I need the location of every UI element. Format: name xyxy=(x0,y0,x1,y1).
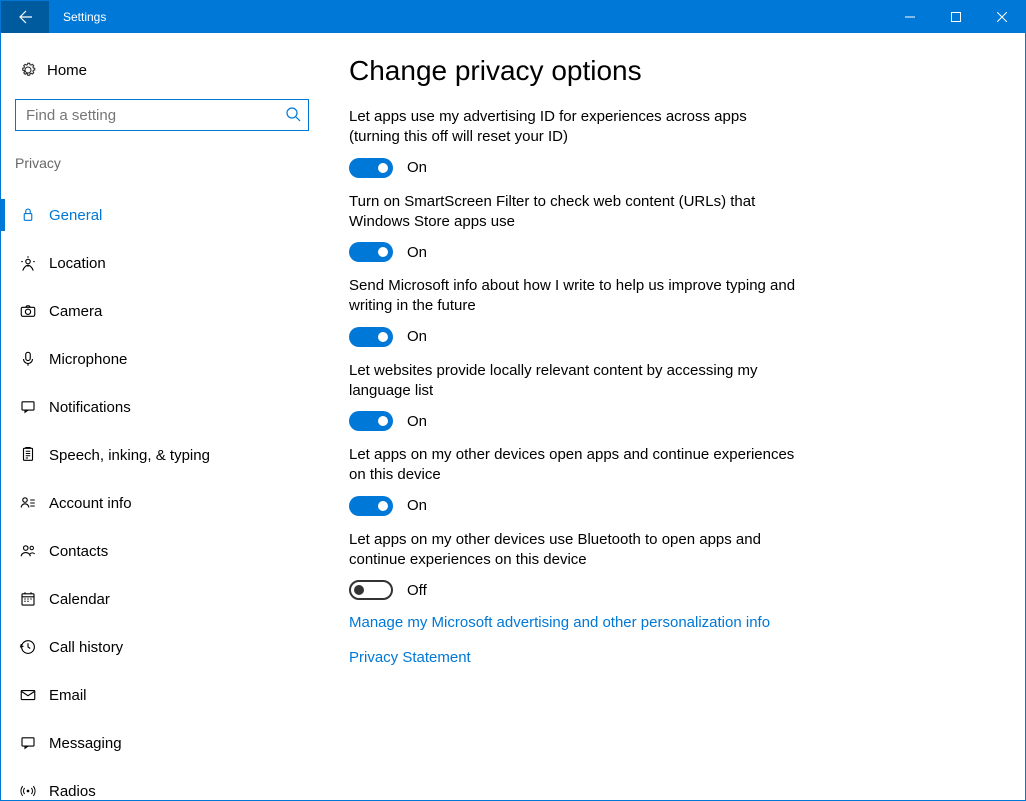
sidebar-item-calendar[interactable]: Calendar xyxy=(1,575,320,623)
callhistory-icon xyxy=(19,638,49,656)
toggle-switch[interactable] xyxy=(349,580,393,600)
setting-block: Let apps use my advertising ID for exper… xyxy=(349,107,799,178)
sidebar-item-label: Call history xyxy=(49,639,123,656)
nav-list: General Location Camera Microphone Notificat… xyxy=(1,181,320,800)
setting-block: Let apps on my other devices open apps a… xyxy=(349,445,799,516)
toggle-state-label: On xyxy=(407,244,427,261)
sidebar-item-label: Notifications xyxy=(49,399,131,416)
sidebar-item-label: Microphone xyxy=(49,351,127,368)
setting-text: Let websites provide locally relevant co… xyxy=(349,361,799,402)
toggle-state-label: On xyxy=(407,159,427,176)
settings-list: Let apps use my advertising ID for exper… xyxy=(349,107,985,600)
setting-text: Send Microsoft info about how I write to… xyxy=(349,276,799,317)
search-icon xyxy=(285,106,301,126)
toggle-row: On xyxy=(349,411,799,431)
search-input[interactable] xyxy=(15,99,309,131)
sidebar-item-label: Account info xyxy=(49,495,132,512)
setting-text: Let apps use my advertising ID for exper… xyxy=(349,107,799,148)
sidebar-item-messaging[interactable]: Messaging xyxy=(1,719,320,767)
toggle-state-label: On xyxy=(407,497,427,514)
window-title: Settings xyxy=(49,1,887,33)
sidebar-item-label: Speech, inking, & typing xyxy=(49,447,210,464)
toggle-row: On xyxy=(349,327,799,347)
sidebar-item-camera[interactable]: Camera xyxy=(1,287,320,335)
sidebar-item-label: Email xyxy=(49,687,87,704)
email-icon xyxy=(19,686,49,704)
setting-text: Turn on SmartScreen Filter to check web … xyxy=(349,192,799,233)
toggle-switch[interactable] xyxy=(349,242,393,262)
sidebar-item-account[interactable]: Account info xyxy=(1,479,320,527)
maximize-button[interactable] xyxy=(933,1,979,33)
sidebar-item-label: Contacts xyxy=(49,543,108,560)
maximize-icon xyxy=(951,12,961,22)
sidebar-item-label: Calendar xyxy=(49,591,110,608)
contacts-icon xyxy=(19,542,49,560)
close-icon xyxy=(997,12,1007,22)
sidebar: Home Privacy General Location Camera Microp… xyxy=(1,33,321,800)
notifications-icon xyxy=(19,398,49,416)
sidebar-item-general[interactable]: General xyxy=(1,191,320,239)
camera-icon xyxy=(19,302,49,320)
sidebar-item-email[interactable]: Email xyxy=(1,671,320,719)
sidebar-item-callhistory[interactable]: Call history xyxy=(1,623,320,671)
toggle-switch[interactable] xyxy=(349,327,393,347)
account-icon xyxy=(19,494,49,512)
sidebar-item-notifications[interactable]: Notifications xyxy=(1,383,320,431)
link[interactable]: Manage my Microsoft advertising and othe… xyxy=(349,614,985,631)
minimize-icon xyxy=(905,12,915,22)
sidebar-item-label: Radios xyxy=(49,783,96,800)
location-icon xyxy=(19,254,49,272)
radios-icon xyxy=(19,782,49,800)
close-button[interactable] xyxy=(979,1,1025,33)
toggle-row: On xyxy=(349,496,799,516)
toggle-switch[interactable] xyxy=(349,496,393,516)
minimize-button[interactable] xyxy=(887,1,933,33)
page-title: Change privacy options xyxy=(349,55,985,87)
home-button[interactable]: Home xyxy=(1,51,320,89)
sidebar-item-contacts[interactable]: Contacts xyxy=(1,527,320,575)
toggle-row: On xyxy=(349,158,799,178)
messaging-icon xyxy=(19,734,49,752)
window-controls xyxy=(887,1,1025,33)
gear-icon xyxy=(19,61,47,79)
category-label: Privacy xyxy=(1,137,320,181)
setting-text: Let apps on my other devices use Bluetoo… xyxy=(349,530,799,571)
microphone-icon xyxy=(19,350,49,368)
setting-block: Turn on SmartScreen Filter to check web … xyxy=(349,192,799,263)
toggle-state-label: On xyxy=(407,413,427,430)
toggle-state-label: On xyxy=(407,328,427,345)
setting-block: Let apps on my other devices use Bluetoo… xyxy=(349,530,799,601)
toggle-row: On xyxy=(349,242,799,262)
speech-icon xyxy=(19,446,49,464)
home-label: Home xyxy=(47,62,87,79)
sidebar-item-location[interactable]: Location xyxy=(1,239,320,287)
sidebar-item-label: Location xyxy=(49,255,106,272)
link[interactable]: Privacy Statement xyxy=(349,649,985,666)
toggle-switch[interactable] xyxy=(349,158,393,178)
setting-block: Send Microsoft info about how I write to… xyxy=(349,276,799,347)
general-icon xyxy=(19,206,49,224)
sidebar-item-label: General xyxy=(49,207,102,224)
sidebar-item-radios[interactable]: Radios xyxy=(1,767,320,800)
toggle-switch[interactable] xyxy=(349,411,393,431)
setting-block: Let websites provide locally relevant co… xyxy=(349,361,799,432)
sidebar-item-speech[interactable]: Speech, inking, & typing xyxy=(1,431,320,479)
setting-text: Let apps on my other devices open apps a… xyxy=(349,445,799,486)
toggle-state-label: Off xyxy=(407,582,427,599)
toggle-row: Off xyxy=(349,580,799,600)
main-content: Change privacy options Let apps use my a… xyxy=(321,33,1025,800)
calendar-icon xyxy=(19,590,49,608)
sidebar-item-microphone[interactable]: Microphone xyxy=(1,335,320,383)
sidebar-item-label: Messaging xyxy=(49,735,122,752)
links-list: Manage my Microsoft advertising and othe… xyxy=(349,614,985,666)
back-button[interactable] xyxy=(1,1,49,33)
titlebar: Settings xyxy=(1,1,1025,33)
arrow-left-icon xyxy=(17,9,33,25)
search-box xyxy=(15,99,309,131)
sidebar-item-label: Camera xyxy=(49,303,102,320)
